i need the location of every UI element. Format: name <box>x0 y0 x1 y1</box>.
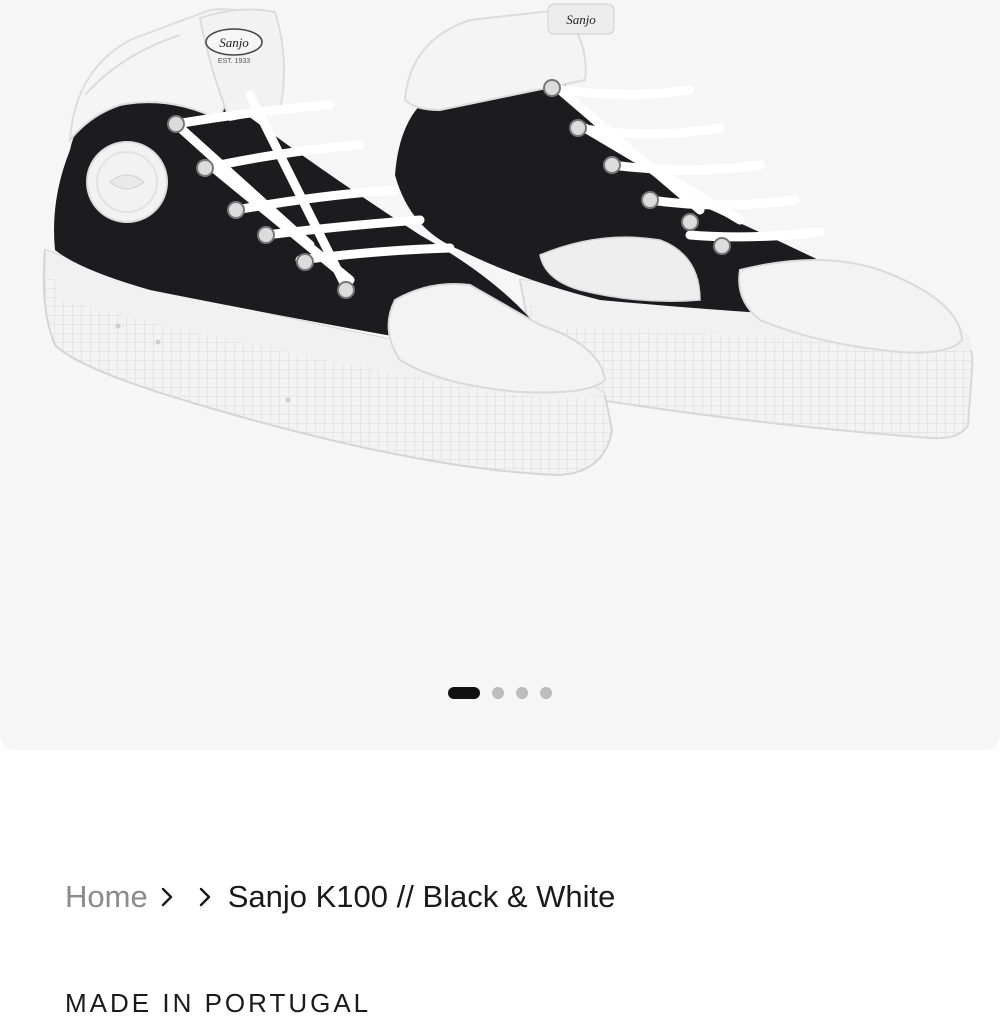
made-in-label: MADE IN PORTUGAL <box>65 988 372 1018</box>
breadcrumb-current-page: Sanjo K100 // Black & White <box>227 879 616 914</box>
carousel-dot-3[interactable] <box>516 687 528 699</box>
carousel-dot-2[interactable] <box>492 687 504 699</box>
product-image-gallery[interactable]: Sanjo Sanjo EST. 1933 <box>0 0 1000 750</box>
breadcrumb: Home Sanjo K100 // Black & White <box>65 878 615 916</box>
carousel-dot-1[interactable] <box>448 687 480 699</box>
breadcrumb-home-link[interactable]: Home <box>65 878 148 916</box>
carousel-dot-4[interactable] <box>540 687 552 699</box>
product-image: Sanjo Sanjo EST. 1933 <box>42 3 974 477</box>
tongue-logo-subtext: EST. 1933 <box>218 58 250 65</box>
chevron-right-icon <box>199 887 210 907</box>
chevron-right-icon <box>161 887 172 907</box>
tongue-logo-text: Sanjo <box>566 12 596 27</box>
tongue-logo-text: Sanjo <box>219 35 249 50</box>
carousel-pagination <box>448 687 552 699</box>
